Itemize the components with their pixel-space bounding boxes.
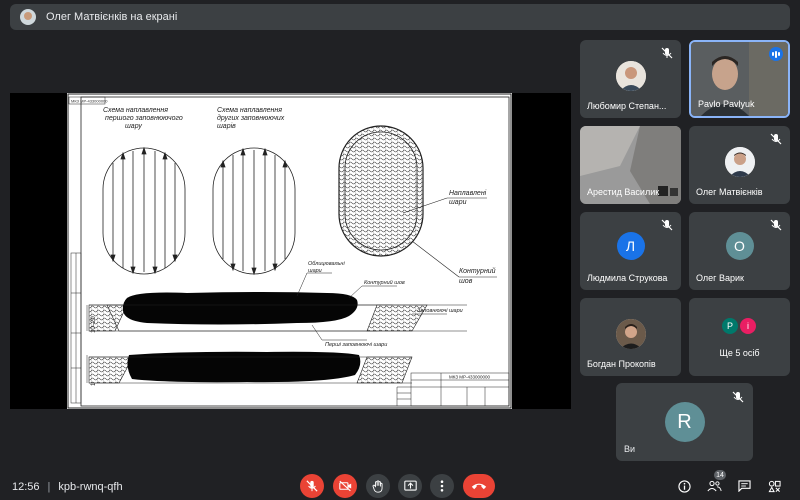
meeting-details-button[interactable] xyxy=(676,478,692,494)
camera-toggle-button[interactable] xyxy=(333,474,357,498)
participant-tile-pavlo[interactable]: Pavlo Pavlyuk xyxy=(689,40,790,118)
participant-tile-more[interactable]: P i Ще 5 осіб xyxy=(689,298,790,376)
participant-tile-bohdan[interactable]: Богдан Прокопів xyxy=(580,298,681,376)
avatar xyxy=(615,61,646,91)
raise-hand-button[interactable] xyxy=(366,474,390,498)
more-vert-icon xyxy=(440,480,444,492)
chat-icon xyxy=(737,480,751,492)
mic-off-icon xyxy=(770,219,782,231)
corner-stamp: МКЗ МР-433000000 xyxy=(71,99,108,104)
people-button[interactable] xyxy=(706,478,722,494)
outline-label: Облицювальні шари xyxy=(308,261,346,274)
leave-call-button[interactable] xyxy=(463,474,495,498)
section-bottom xyxy=(88,351,413,384)
more-avatar-i: i xyxy=(740,318,756,334)
presentation-stage[interactable]: МКЗ МР-433000000 Схема наплавлення першо… xyxy=(10,93,571,409)
present-button[interactable] xyxy=(398,474,422,498)
avatar xyxy=(724,147,755,177)
shared-drawing: МКЗ МР-433000000 Схема наплавлення першо… xyxy=(67,93,512,409)
participant-name: Олег Варик xyxy=(696,273,744,283)
mic-off-icon xyxy=(770,133,782,145)
technical-drawing: МКЗ МР-433000000 Схема наплавлення першо… xyxy=(67,93,512,409)
contour-label: Контурний шов xyxy=(459,267,498,285)
participant-tile-lyudmyla[interactable]: Л Людмила Струкова xyxy=(580,212,681,290)
participant-name: Арестид Василик xyxy=(587,187,660,197)
separator: | xyxy=(47,481,51,493)
presenter-avatar xyxy=(20,9,36,25)
participant-name: Богдан Прокопів xyxy=(587,359,656,369)
activities-button[interactable] xyxy=(766,478,782,494)
more-participants-label: Ще 5 осіб xyxy=(719,348,760,358)
self-avatar: R xyxy=(664,402,705,442)
mic-off-icon xyxy=(661,47,673,59)
first-fill-label: Перші заповнюючі шари xyxy=(325,342,387,348)
title-block-code: МКЗ МР-433000000 xyxy=(449,375,491,380)
chat-button[interactable] xyxy=(736,478,752,494)
meeting-code[interactable]: kpb-rwnq-qfh xyxy=(58,481,122,493)
contour-weld-label: Контурний шов xyxy=(364,279,405,286)
present-screen-icon xyxy=(403,480,417,491)
fill-label: Заповнюючі шари xyxy=(417,308,463,314)
participant-name: Олег Матвієнків xyxy=(696,187,763,197)
mic-toggle-button[interactable] xyxy=(300,474,324,498)
self-tile[interactable]: R Ви xyxy=(616,383,753,461)
meet-window: Олег Матвієнків на екрані МКЗ МР-4330000… xyxy=(0,0,800,500)
self-name: Ви xyxy=(624,444,636,454)
scheme-first-label: Схема наплавлення першого заповнюючого ш… xyxy=(103,107,185,130)
mic-off-icon xyxy=(306,480,318,492)
participant-name: Людмила Струкова xyxy=(587,273,668,283)
mic-off-icon xyxy=(661,219,673,231)
clock: 12:56 xyxy=(12,481,40,493)
speaking-indicator-icon xyxy=(769,47,783,61)
dim-top: 10–20 xyxy=(91,316,97,333)
presenting-banner: Олег Матвієнків на екрані xyxy=(10,4,790,30)
people-count-badge: 14 xyxy=(714,470,726,480)
camera-off-icon xyxy=(338,480,351,492)
oval-welded-layers xyxy=(338,125,424,257)
meeting-info: 12:56 | kpb-rwnq-qfh xyxy=(12,478,123,496)
left-margin-strips xyxy=(70,252,82,404)
oval-scheme-others xyxy=(212,147,296,276)
oval-scheme-first xyxy=(102,146,186,275)
people-icon xyxy=(706,480,722,492)
avatar-initial: Л xyxy=(616,232,645,260)
participant-tile-oleh-v[interactable]: О Олег Варик xyxy=(689,212,790,290)
more-avatar-p: P xyxy=(722,318,738,334)
presenting-text: Олег Матвієнків на екрані xyxy=(46,11,178,23)
section-top xyxy=(88,292,467,332)
layers-label: Наплавлені шари xyxy=(449,189,488,206)
hang-up-icon xyxy=(471,483,487,490)
participant-tile-oleh-m[interactable]: Олег Матвієнків xyxy=(689,126,790,204)
more-options-button[interactable] xyxy=(430,474,454,498)
participant-tile-lyubomyr[interactable]: Любомир Степан... xyxy=(580,40,681,118)
mic-off-icon xyxy=(732,391,744,403)
avatar-initial: О xyxy=(725,232,754,260)
scheme-others-label: Схема наплавлення других заповнюючих шар… xyxy=(217,107,286,130)
participant-name: Pavlo Pavlyuk xyxy=(698,99,755,109)
participant-name: Любомир Степан... xyxy=(587,101,667,111)
activities-icon xyxy=(768,480,781,492)
hand-icon xyxy=(372,479,383,493)
info-icon xyxy=(677,479,691,493)
participant-tile-arestyd[interactable]: Арестид Василик xyxy=(580,126,681,204)
avatar xyxy=(615,319,646,349)
